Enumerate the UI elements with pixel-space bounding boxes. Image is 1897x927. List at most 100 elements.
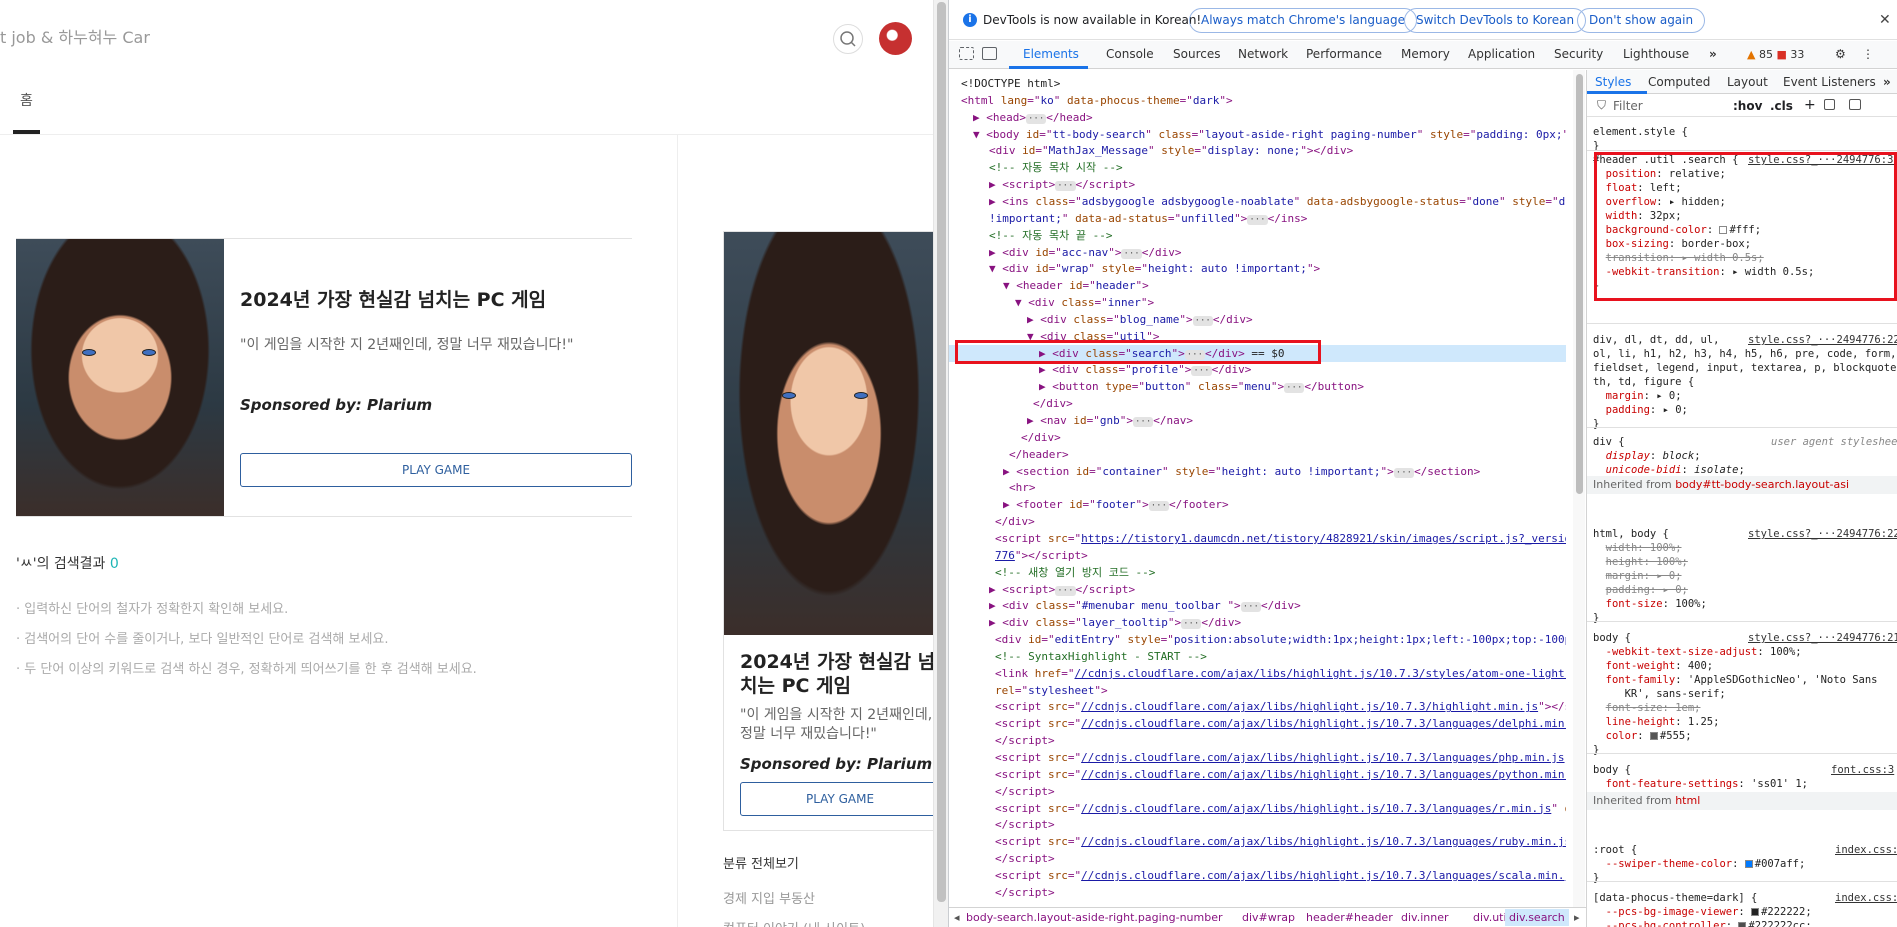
breadcrumb-left-arrow[interactable]: ◂ xyxy=(954,911,960,924)
css-rule-line[interactable]: --pcs-bg-image-viewer: #222222; xyxy=(1593,906,1812,919)
dom-node-line[interactable]: ▶ <script> ··· </script> xyxy=(989,583,1135,597)
dont-show-again-button[interactable]: Don't show again xyxy=(1577,8,1706,33)
css-rule-line[interactable]: } xyxy=(1593,872,1599,885)
dom-node-line[interactable]: rel="stylesheet"> xyxy=(995,684,1108,698)
css-rule-line[interactable]: margin: ▸ 0; xyxy=(1593,390,1682,403)
css-rule-line[interactable]: -webkit-text-size-adjust: 100%; xyxy=(1593,646,1802,659)
dom-node-line[interactable]: 776"></script> xyxy=(995,549,1088,563)
tab-application[interactable]: Application xyxy=(1468,47,1535,61)
dom-node-line[interactable]: <script src="https://tistory1.daumcdn.ne… xyxy=(995,532,1566,546)
elements-scrollbar[interactable] xyxy=(1573,70,1585,907)
dom-node-line[interactable]: <hr> xyxy=(1009,481,1036,495)
dom-node-line[interactable]: <!-- 자동 목차 시작 --> xyxy=(989,161,1123,175)
tab-layout[interactable]: Layout xyxy=(1727,75,1768,89)
dom-node-line[interactable]: <script src="//cdnjs.cloudflare.com/ajax… xyxy=(995,751,1566,765)
breadcrumb-right-arrow[interactable]: ▸ xyxy=(1574,911,1580,924)
css-rule-line[interactable]: fieldset, legend, input, textarea, p, bl… xyxy=(1593,362,1897,375)
css-rule-line[interactable]: --swiper-theme-color: #007aff; xyxy=(1593,858,1806,871)
tab-sources[interactable]: Sources xyxy=(1173,47,1220,61)
tab-network[interactable]: Network xyxy=(1238,47,1288,61)
dom-node-line[interactable]: ▼ <div class="inner"> xyxy=(1015,296,1154,310)
css-rule-line[interactable]: div, dl, dt, dd, ul, style.css?_···249477… xyxy=(1593,334,1897,347)
dom-node-line[interactable]: ▼ <header id="header"> xyxy=(1003,279,1149,293)
category-all[interactable]: 분류 전체보기 xyxy=(723,853,799,872)
dom-node-line[interactable]: <script src="//cdnjs.cloudflare.com/ajax… xyxy=(995,768,1566,782)
css-rule-line[interactable]: body {style.css?_···2494776:212 xyxy=(1593,632,1897,645)
css-rule-line[interactable]: height: 100%; xyxy=(1593,556,1688,569)
css-rule-line[interactable]: div {user agent stylesheet xyxy=(1593,436,1897,449)
new-rule-button[interactable]: + xyxy=(1804,97,1816,113)
breadcrumb-item[interactable]: header#header xyxy=(1306,911,1393,924)
dom-node-line[interactable]: !important;" data-ad-status="unfilled"> ·… xyxy=(989,212,1307,226)
css-rule-line[interactable]: th, td, figure { xyxy=(1593,376,1694,389)
dom-node-line[interactable]: ▶ <div class="#menubar menu_toolbar "> ··… xyxy=(989,599,1301,613)
page-scroll-thumb[interactable] xyxy=(937,2,946,902)
hov-toggle[interactable]: :hov xyxy=(1733,99,1762,113)
dom-node-line[interactable]: <!-- 자동 목차 끝 --> xyxy=(989,229,1112,243)
css-rule-line[interactable]: line-height: 1.25; xyxy=(1593,716,1720,729)
css-rule-line[interactable]: font-size: 100%; xyxy=(1593,598,1707,611)
css-rule-line[interactable]: --pcs-bg-controller: #222222cc; xyxy=(1593,920,1812,927)
dom-node-line[interactable]: <script src="//cdnjs.cloudflare.com/ajax… xyxy=(995,700,1566,714)
css-rule-line[interactable]: font-feature-settings: 'ss01' 1; xyxy=(1593,778,1808,791)
tab-security[interactable]: Security xyxy=(1554,47,1603,61)
dom-node-line[interactable]: <script src="//cdnjs.cloudflare.com/ajax… xyxy=(995,835,1566,849)
dom-node-line[interactable]: <div id="MathJax_Message" style="display… xyxy=(989,144,1353,158)
dom-node-line[interactable]: <html lang="ko" data-phocus-theme="dark"… xyxy=(961,94,1233,108)
dom-node-line[interactable]: ▶ <head> ··· </head> xyxy=(973,111,1093,125)
dom-node-line[interactable]: </div> xyxy=(1021,431,1061,445)
settings-gear-icon[interactable]: ⚙ xyxy=(1835,47,1846,61)
tab-computed[interactable]: Computed xyxy=(1648,75,1710,89)
dom-node-line[interactable]: ▶ <footer id="footer"> ··· </footer> xyxy=(1003,498,1229,512)
tab-home[interactable]: 홈 xyxy=(20,90,33,110)
dom-node-line[interactable]: ▶ <button type="button" class="menu"> ···… xyxy=(1039,380,1364,394)
dom-node-line[interactable]: <!DOCTYPE html> xyxy=(961,77,1060,91)
dom-node-line[interactable]: <script src="//cdnjs.cloudflare.com/ajax… xyxy=(995,869,1566,883)
dom-node-line[interactable]: </script> xyxy=(995,886,1055,900)
css-rule-line[interactable]: html, body {style.css?_···2494776:220 xyxy=(1593,528,1897,541)
toggle-sidebar-icon[interactable] xyxy=(1849,99,1861,110)
styles-more-icon[interactable]: » xyxy=(1883,75,1891,89)
breadcrumb-item[interactable]: body-search.layout-aside-right.paging-nu… xyxy=(966,911,1223,924)
blog-name[interactable]: t job & 하누혀누 Car xyxy=(0,24,150,48)
tab-lighthouse[interactable]: Lighthouse xyxy=(1623,47,1689,61)
dom-node-line[interactable]: ▶ <section id="container" style="height:… xyxy=(1003,465,1480,479)
close-icon[interactable]: ✕ xyxy=(1879,12,1891,28)
dom-node-line[interactable]: ▶ <div class="profile"> ··· </div> xyxy=(1039,363,1251,377)
tab-elements[interactable]: Elements xyxy=(1023,47,1079,61)
dom-node-line[interactable]: </header> xyxy=(1009,448,1069,462)
css-rule-line[interactable]: padding: ▸ 0; xyxy=(1593,404,1688,417)
dom-node-line[interactable]: <link href="//cdnjs.cloudflare.com/ajax/… xyxy=(995,667,1566,681)
css-rule-line[interactable]: :root {index.css:1 xyxy=(1593,844,1897,857)
dom-node-line[interactable]: <script src="//cdnjs.cloudflare.com/ajax… xyxy=(995,802,1566,816)
dom-node-line[interactable]: ▶ <div class="blog_name"> ··· </div> xyxy=(1027,313,1253,327)
dom-node-line[interactable]: ▶ <script> ··· </script> xyxy=(989,178,1135,192)
device-toolbar-icon[interactable] xyxy=(982,47,997,60)
paint-icon[interactable] xyxy=(1824,99,1835,110)
css-rule-line[interactable]: display: block; xyxy=(1593,450,1701,463)
css-rule-line[interactable]: ol, li, h1, h2, h3, h4, h5, h6, pre, cod… xyxy=(1593,348,1896,361)
dom-node-line[interactable]: <div id="editEntry" style="position:abso… xyxy=(995,633,1566,647)
profile-avatar[interactable] xyxy=(879,22,912,55)
page-scrollbar[interactable] xyxy=(933,0,948,927)
issue-counters[interactable]: ▲ 85 ■ 33 xyxy=(1747,48,1804,61)
elements-scroll-thumb[interactable] xyxy=(1576,74,1583,494)
css-rule-line[interactable]: width: 100%; xyxy=(1593,542,1682,555)
category-item[interactable]: 컴퓨터 이야기 (내 사이트) xyxy=(723,918,865,927)
more-options-icon[interactable]: ⋮ xyxy=(1862,47,1874,61)
css-rule-line[interactable]: font-weight: 400; xyxy=(1593,660,1713,673)
dom-node-line[interactable]: </div> xyxy=(995,515,1035,529)
play-game-button[interactable]: PLAY GAME xyxy=(240,453,632,487)
css-rule-line[interactable]: } xyxy=(1593,612,1599,625)
dom-node-line[interactable]: </script> xyxy=(995,818,1055,832)
match-language-button[interactable]: Always match Chrome's language xyxy=(1189,8,1417,33)
dom-node-line[interactable]: <!-- SyntaxHighlight - START --> xyxy=(995,650,1207,664)
dom-node-line[interactable]: ▶ <ins class="adsbygoogle adsbygoogle-no… xyxy=(989,195,1566,209)
ad-banner-side[interactable]: 2024년 가장 현실감 넘치는 PC 게임 "이 게임을 시작한 지 2년째인… xyxy=(723,231,933,831)
filter-input[interactable]: Filter xyxy=(1613,99,1643,113)
tab-performance[interactable]: Performance xyxy=(1306,47,1382,61)
dom-node-line[interactable]: </script> xyxy=(995,734,1055,748)
dom-node-line[interactable]: </script> xyxy=(995,785,1055,799)
css-rule-line[interactable]: font-family: 'AppleSDGothicNeo', 'Noto S… xyxy=(1593,674,1878,687)
category-item[interactable]: 경제 지입 부동산 xyxy=(723,888,815,907)
